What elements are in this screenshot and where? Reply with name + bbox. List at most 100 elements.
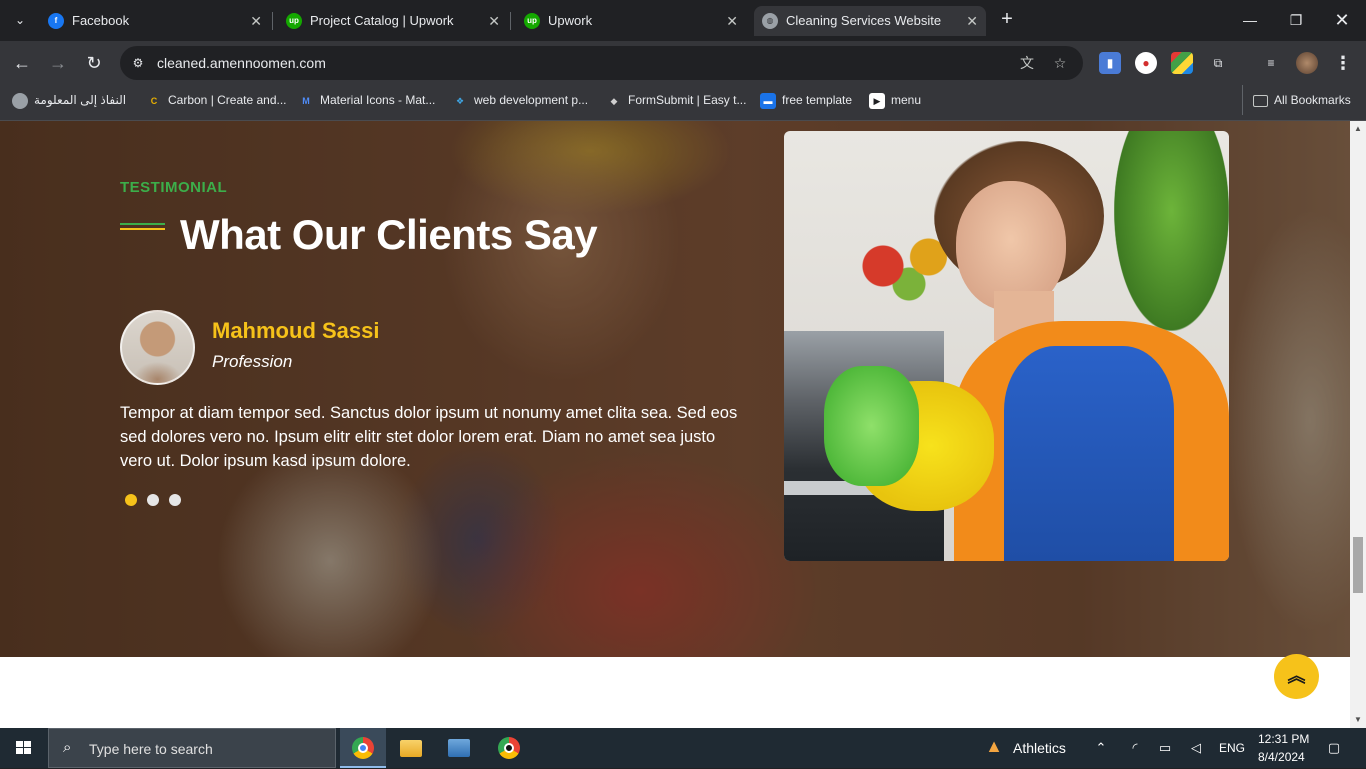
bookmark-label: النفاذ إلى المعلومة bbox=[34, 93, 127, 107]
bookmark-label: web development p... bbox=[474, 93, 589, 107]
language-indicator[interactable]: ENG bbox=[1219, 741, 1245, 755]
colorpick-extension-icon[interactable] bbox=[1171, 52, 1193, 74]
close-icon[interactable]: ✕ bbox=[488, 6, 500, 36]
minimize-button[interactable]: — bbox=[1228, 6, 1272, 34]
close-icon[interactable]: ✕ bbox=[966, 6, 978, 36]
tab-search-chevron-icon[interactable]: ⌄ bbox=[8, 8, 32, 32]
tab-divider bbox=[272, 12, 273, 30]
carousel-dot[interactable] bbox=[169, 494, 181, 506]
bookmark-label: FormSubmit | Easy t... bbox=[628, 93, 747, 107]
tab-label: Cleaning Services Website bbox=[786, 13, 942, 28]
scroll-down-arrow-icon[interactable]: ▼ bbox=[1350, 712, 1366, 728]
clock-date[interactable]: 8/4/2024 bbox=[1258, 750, 1305, 764]
weather-icon[interactable]: ▲ bbox=[984, 737, 1004, 759]
search-icon: ⌕ bbox=[63, 739, 72, 756]
star-icon[interactable]: ☆ bbox=[1050, 53, 1070, 73]
weather-label[interactable]: Athletics bbox=[1013, 740, 1066, 756]
scroll-up-arrow-icon[interactable]: ▲ bbox=[1350, 121, 1366, 137]
close-window-button[interactable]: ✕ bbox=[1320, 6, 1364, 34]
bookmark-label: free template bbox=[782, 93, 853, 107]
search-placeholder: Type here to search bbox=[89, 741, 213, 757]
bookmark-label: Carbon | Create and... bbox=[168, 93, 287, 107]
all-bookmarks-button[interactable]: All Bookmarks bbox=[1242, 85, 1351, 115]
translate-icon[interactable]: 文 bbox=[1017, 53, 1037, 73]
webpage: TESTIMONIAL What Our Clients Say Mahmoud… bbox=[0, 121, 1350, 728]
carbon-icon: C bbox=[150, 95, 158, 106]
page-scrollbar[interactable]: ▲ ▼ bbox=[1350, 121, 1366, 728]
folder-icon bbox=[400, 740, 422, 757]
volume-icon[interactable]: ◁ bbox=[1187, 739, 1205, 757]
upwork-icon: up bbox=[524, 13, 540, 29]
tab-cleaning-services[interactable]: ◍ Cleaning Services Website ✕ bbox=[754, 6, 986, 36]
chrome-center-icon bbox=[504, 743, 514, 753]
site-info-icon[interactable]: ⚙ bbox=[128, 53, 148, 73]
taskbar-search-box[interactable]: ⌕ Type here to search bbox=[48, 728, 336, 768]
webdev-icon: ❖ bbox=[455, 95, 465, 106]
bookmark-item[interactable]: C Carbon | Create and... bbox=[146, 85, 287, 115]
address-bar[interactable]: ⚙ cleaned.amennoomen.com 文 ☆ bbox=[120, 46, 1083, 80]
scrollbar-thumb[interactable] bbox=[1353, 537, 1363, 593]
bookmark-label: menu bbox=[891, 93, 922, 107]
docs-extension-icon[interactable]: ▮ bbox=[1099, 52, 1121, 74]
carousel-dot[interactable] bbox=[147, 494, 159, 506]
new-tab-button[interactable]: + bbox=[996, 8, 1018, 30]
material-icon: M bbox=[302, 95, 310, 106]
tab-strip: ⌄ f Facebook ✕ up Project Catalog | Upwo… bbox=[0, 0, 1366, 41]
back-button[interactable]: ← bbox=[10, 51, 34, 75]
reload-button[interactable]: ↻ bbox=[82, 51, 106, 75]
bookmark-item[interactable]: M Material Icons - Mat... bbox=[298, 85, 435, 115]
formsubmit-icon: ◆ bbox=[610, 95, 618, 106]
folder-icon bbox=[1253, 94, 1268, 107]
tab-label: Facebook bbox=[72, 13, 130, 28]
template-icon: ▬ bbox=[760, 92, 776, 109]
media-control-icon[interactable]: ≡ bbox=[1260, 52, 1282, 74]
tab-label: Project Catalog | Upwork bbox=[310, 13, 454, 28]
puzzle-icon[interactable]: ⧉ bbox=[1207, 52, 1229, 74]
taskbar-network-app[interactable] bbox=[436, 728, 482, 768]
title-decoration bbox=[120, 223, 165, 230]
tab-label: Upwork bbox=[548, 13, 593, 28]
windows-logo-icon bbox=[16, 741, 32, 755]
cleaning-woman-photo bbox=[784, 131, 1229, 561]
browser-toolbar: ← → ↻ ⚙ cleaned.amennoomen.com 文 ☆ ▮ ● ⧉… bbox=[0, 41, 1366, 85]
clock-time[interactable]: 12:31 PM bbox=[1258, 732, 1309, 746]
battery-icon[interactable]: ▭ bbox=[1156, 739, 1174, 757]
all-bookmarks-label: All Bookmarks bbox=[1274, 93, 1351, 107]
scroll-to-top-button[interactable]: ︽ bbox=[1274, 654, 1319, 699]
adblock-extension-icon[interactable]: ● bbox=[1135, 52, 1157, 74]
bookmark-item[interactable]: ▶ menu bbox=[869, 85, 921, 115]
globe-icon bbox=[12, 92, 28, 109]
globe-icon: ◍ bbox=[762, 13, 778, 29]
tab-divider bbox=[510, 12, 511, 30]
client-name: Mahmoud Sassi bbox=[212, 318, 380, 343]
taskbar-file-explorer[interactable] bbox=[388, 728, 434, 768]
url-text[interactable]: cleaned.amennoomen.com bbox=[157, 46, 326, 80]
restore-button[interactable]: ❐ bbox=[1274, 6, 1318, 34]
wifi-icon[interactable]: ◜ bbox=[1126, 739, 1144, 757]
bookmark-item[interactable]: ▬ free template bbox=[760, 85, 852, 115]
notifications-icon[interactable]: ▢ bbox=[1324, 739, 1344, 757]
close-icon[interactable]: ✕ bbox=[250, 6, 262, 36]
computer-icon bbox=[448, 739, 470, 757]
bookmark-item[interactable]: ◆ FormSubmit | Easy t... bbox=[606, 85, 747, 115]
tab-upwork[interactable]: up Upwork ✕ bbox=[516, 6, 746, 36]
client-avatar bbox=[120, 310, 195, 385]
chevron-up-icon[interactable]: ⌃ bbox=[1092, 739, 1110, 757]
client-profession: Profession bbox=[212, 352, 293, 371]
bookmark-item[interactable]: النفاذ إلى المعلومة bbox=[12, 85, 126, 115]
close-icon[interactable]: ✕ bbox=[726, 6, 738, 36]
profile-avatar-icon[interactable] bbox=[1296, 52, 1318, 74]
bookmark-item[interactable]: ❖ web development p... bbox=[452, 85, 588, 115]
start-button[interactable] bbox=[0, 728, 48, 768]
carousel-dot[interactable] bbox=[125, 494, 137, 506]
tab-project-catalog[interactable]: up Project Catalog | Upwork ✕ bbox=[278, 6, 508, 36]
kebab-menu-icon[interactable]: ⋮ bbox=[1332, 52, 1354, 74]
section-title: What Our Clients Say bbox=[180, 211, 598, 258]
taskbar-chrome-profile[interactable] bbox=[486, 728, 532, 768]
testimonial-section: TESTIMONIAL What Our Clients Say Mahmoud… bbox=[0, 121, 1350, 657]
tab-facebook[interactable]: f Facebook ✕ bbox=[40, 6, 270, 36]
taskbar-chrome[interactable] bbox=[340, 728, 386, 768]
bookmarks-bar: النفاذ إلى المعلومة C Carbon | Create and… bbox=[0, 85, 1366, 121]
testimonial-quote: Tempor at diam tempor sed. Sanctus dolor… bbox=[120, 404, 738, 470]
forward-button[interactable]: → bbox=[46, 51, 70, 75]
